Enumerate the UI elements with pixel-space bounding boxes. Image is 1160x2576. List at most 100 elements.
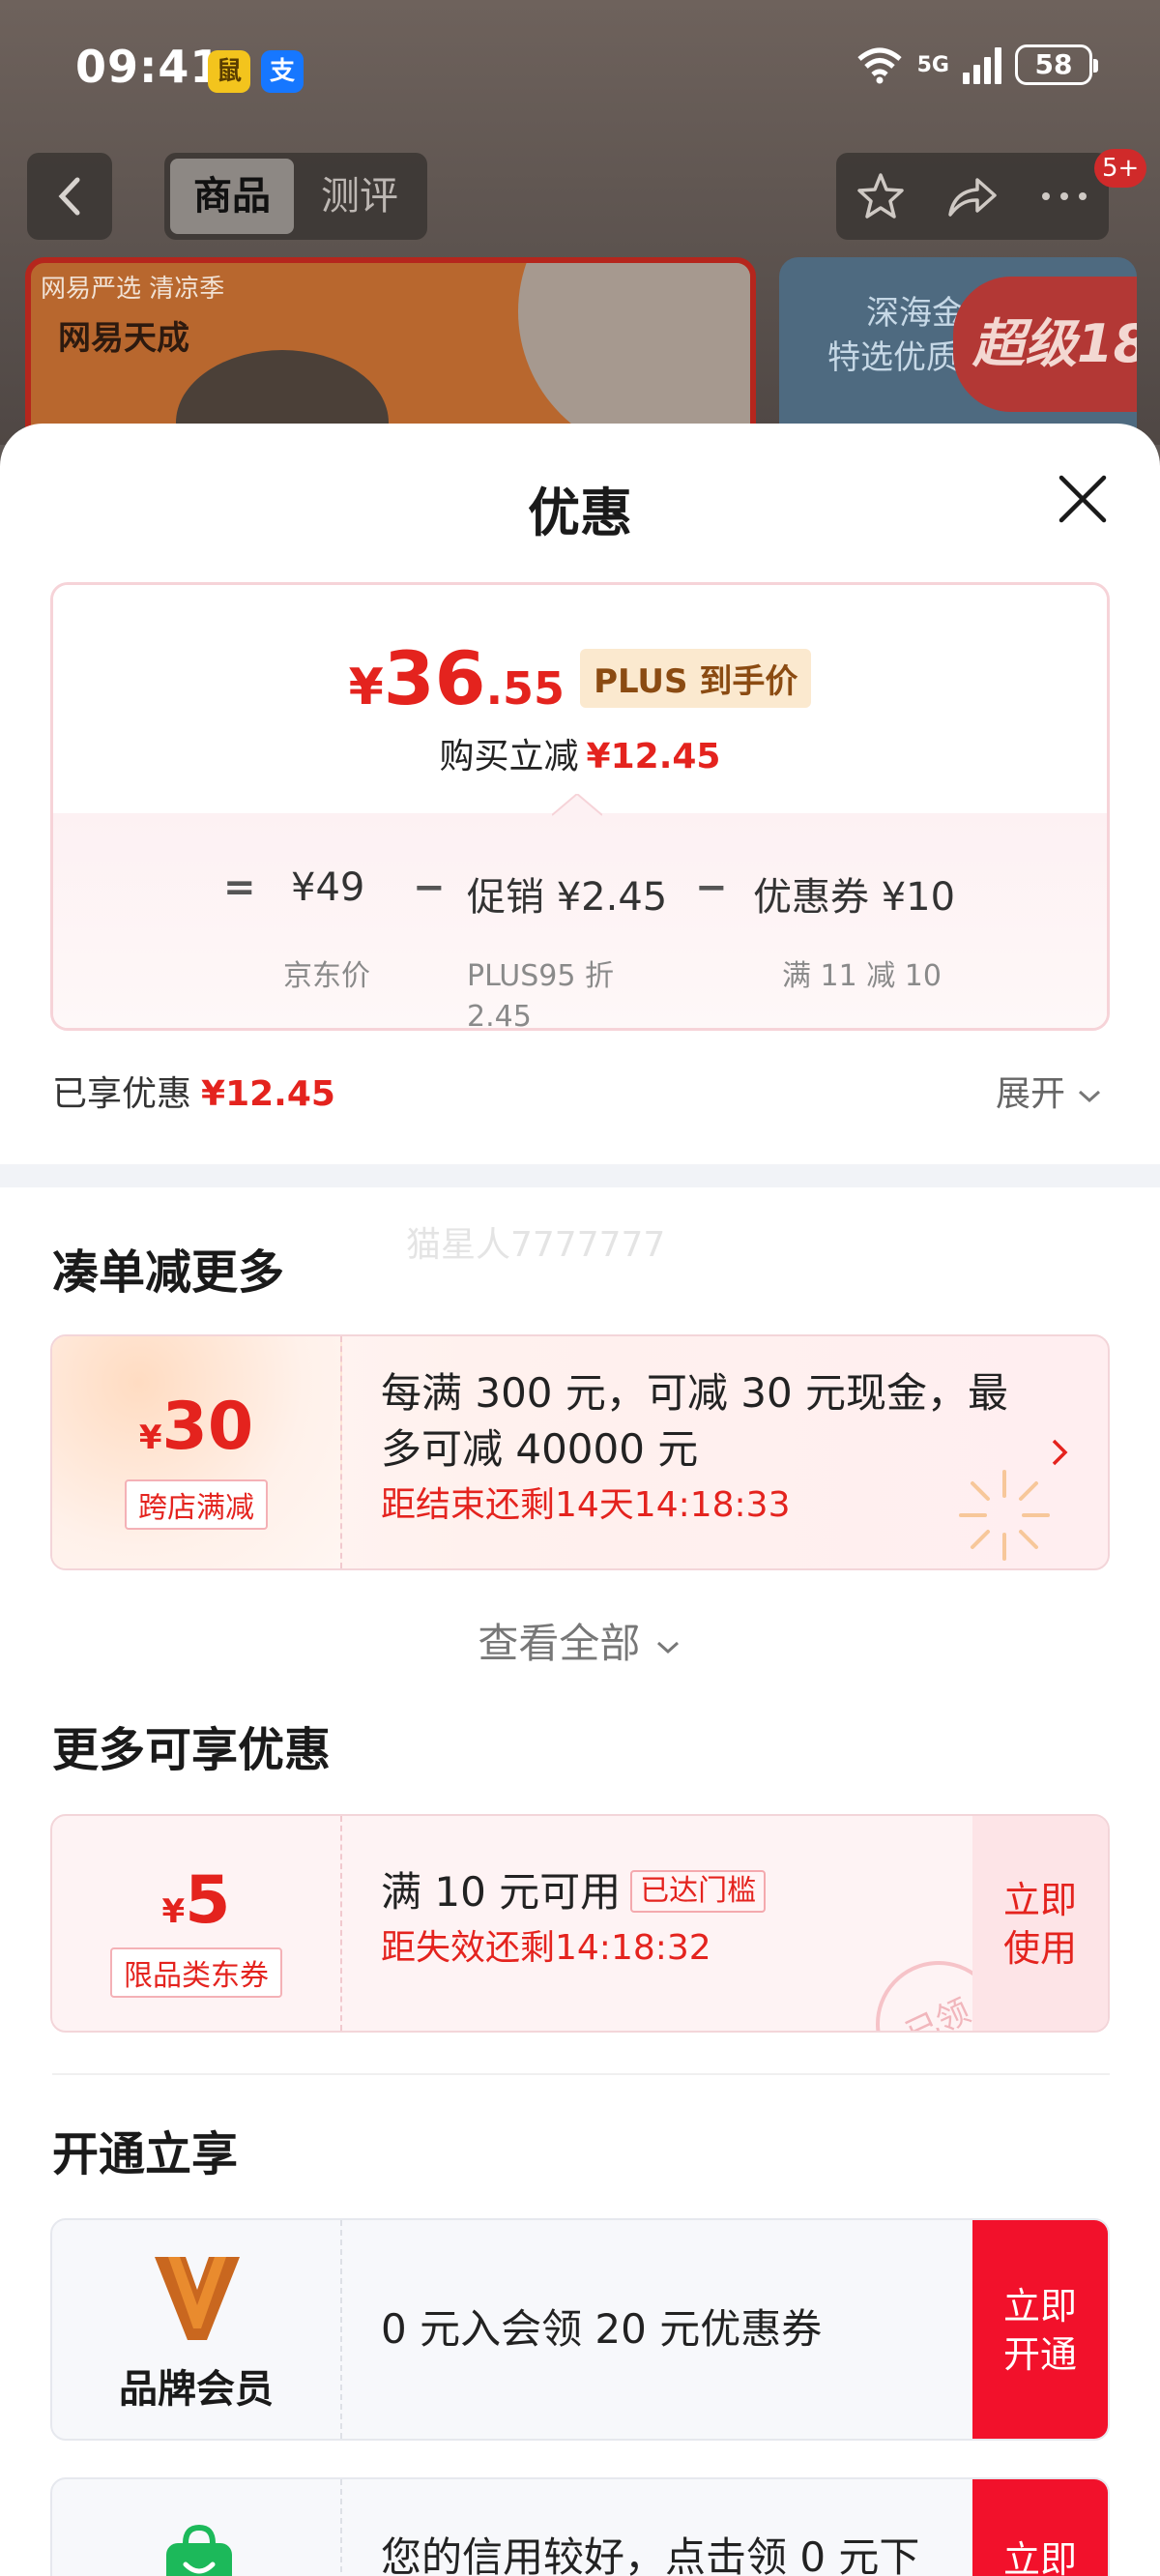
formula-minus: − <box>413 865 446 910</box>
banner2-line2: 特选优质 <box>827 338 959 377</box>
formula-equals: = <box>223 865 256 910</box>
expand-button[interactable]: 展开 <box>996 1066 1103 1116</box>
chevron-down-icon <box>656 1641 679 1654</box>
claim-now-line1: 立即 <box>1002 2538 1077 2576</box>
category-coupon-card: ¥5 限品类东券 满 10 元可用 已达门槛 距失效还剩14:18:32 已领 立… <box>50 1814 1110 2033</box>
use-now-button[interactable]: 立即 使用 <box>972 1816 1108 2031</box>
chevron-right-icon <box>1052 1439 1068 1466</box>
signal-bars-icon <box>963 45 1001 84</box>
action-buttons <box>836 153 1109 240</box>
chevron-left-icon <box>58 177 80 216</box>
coupon-type-tag: 跨店满减 <box>125 1479 268 1530</box>
price-currency: ¥ <box>348 659 384 717</box>
threshold-reached-badge: 已达门槛 <box>630 1870 767 1913</box>
coupon-type-tag: 限品类东券 <box>110 1947 282 1998</box>
discount-sheet: 优惠 ¥ 36 .55 PLUS 到手价 购买立减 ¥12.45 = ¥49 − … <box>0 424 1160 2576</box>
notification-app-icon: 鼠 <box>208 50 250 93</box>
credit-description: 您的信用较好，点击领 0 元下 <box>381 2533 920 2576</box>
star-icon[interactable] <box>855 170 907 222</box>
credit-offer-card: 您的信用较好，点击领 0 元下 立即 <box>50 2477 1110 2576</box>
wifi-icon <box>856 47 902 84</box>
system-indicators: 5G 58 <box>856 44 1098 85</box>
banner-tag: 网易严选 清凉季 <box>41 275 225 304</box>
alipay-app-icon: 支 <box>261 50 304 93</box>
section-divider <box>52 2073 1110 2075</box>
note-promo: PLUS95 折 2.45 <box>467 959 615 1031</box>
sheet-title: 优惠 <box>528 483 632 543</box>
open-now-button[interactable]: 立即 开通 <box>972 2220 1108 2439</box>
firework-decor-icon <box>959 1470 1050 1561</box>
tab-product[interactable]: 商品 <box>170 159 294 234</box>
purchase-discount-line: 购买立减 ¥12.45 <box>53 728 1107 778</box>
member-logo-panel: 品牌会员 <box>52 2220 342 2439</box>
banner2-badge: 超级18 <box>953 277 1137 412</box>
status-bar: 09:41 鼠 支 5G 58 <box>0 0 1160 135</box>
coupon-desc-line2: 多可减 40000 元 <box>381 1425 699 1473</box>
brand-member-label: 品牌会员 <box>119 2367 274 2412</box>
note-base-price: 京东价 <box>283 959 370 993</box>
coupon-expiry-countdown: 距失效还剩14:18:32 <box>381 1928 711 1968</box>
close-icon[interactable] <box>1054 470 1112 528</box>
price-breakdown-card: ¥ 36 .55 PLUS 到手价 购买立减 ¥12.45 = ¥49 − 促销 … <box>50 582 1110 1031</box>
coupon-description: 满 10 元可用 已达门槛 距失效还剩14:18:32 <box>381 1864 767 1976</box>
status-time: 09:41 <box>75 41 222 93</box>
coupon-currency: ¥ <box>161 1892 186 1931</box>
open-now-line1: 立即 <box>1002 2285 1077 2327</box>
coupon-amount: ¥5 <box>52 1862 340 1939</box>
pointer-arrow <box>552 794 602 816</box>
coupon-condition-line: 满 10 元可用 已达门槛 <box>381 1864 767 1920</box>
network-type: 5G <box>916 52 949 77</box>
coupon-amount-panel: ¥30 跨店满减 <box>52 1336 342 1568</box>
claim-now-button[interactable]: 立即 <box>972 2479 1108 2576</box>
section-title-join: 开通立享 <box>52 2127 239 2181</box>
purchase-discount-label: 购买立减 <box>439 737 579 776</box>
tab-review[interactable]: 测评 <box>298 159 421 234</box>
coupon-desc-line1: 每满 300 元，可减 30 元现金，最 <box>381 1369 1009 1417</box>
coupon-value: 30 <box>161 1389 254 1465</box>
coupon-currency: ¥ <box>138 1419 162 1457</box>
price-integer: 36 <box>383 635 486 721</box>
use-now-line1: 立即 <box>1002 1879 1077 1921</box>
banner2-line1: 深海金 <box>866 294 965 333</box>
note-coupon: 满 11 减 10 <box>782 959 942 993</box>
enjoyed-label: 已享优惠 <box>52 1074 192 1114</box>
final-price: ¥ 36 .55 PLUS 到手价 <box>53 635 1107 721</box>
product-nav-bar: 商品 测评 <box>0 153 1160 242</box>
share-icon[interactable] <box>944 170 1000 222</box>
user-watermark: 猫星人7777777 <box>406 1225 666 1265</box>
shopping-bag-icon <box>166 2524 232 2576</box>
coupon-value: 5 <box>185 1862 231 1939</box>
plus-price-tag: PLUS 到手价 <box>580 649 812 708</box>
view-all-button[interactable]: 查看全部 <box>0 1611 1160 1670</box>
enjoyed-amount: ¥12.45 <box>201 1074 335 1114</box>
coupon-condition: 满 10 元可用 <box>381 1868 622 1916</box>
enjoyed-discount: 已享优惠 ¥12.45 <box>52 1066 335 1116</box>
expand-label: 展开 <box>996 1074 1066 1114</box>
product-tabs: 商品 测评 <box>164 153 427 240</box>
coupon-amount-panel: ¥5 限品类东券 <box>52 1816 342 2031</box>
cross-store-discount-card[interactable]: ¥30 跨店满减 每满 300 元，可减 30 元现金，最 多可减 40000 … <box>50 1334 1110 1570</box>
formula-base-price: ¥49 <box>291 865 365 910</box>
coupon-description: 每满 300 元，可减 30 元现金，最 多可减 40000 元 距结束还剩14… <box>381 1365 1008 1534</box>
member-description: 0 元入会领 20 元优惠券 <box>381 2305 823 2353</box>
coupon-countdown: 距结束还剩14天14:18:33 <box>381 1485 791 1525</box>
battery-indicator: 58 <box>1015 44 1098 85</box>
section-divider <box>0 1164 1160 1187</box>
brand-v-logo-icon <box>155 2257 240 2340</box>
chevron-down-icon <box>1079 1090 1101 1103</box>
price-decimal: .55 <box>485 662 566 715</box>
open-now-line2: 开通 <box>1002 2333 1077 2376</box>
more-icon[interactable] <box>1038 187 1090 206</box>
back-button[interactable] <box>27 153 112 240</box>
brand-member-card: 品牌会员 0 元入会领 20 元优惠券 立即 开通 <box>50 2218 1110 2441</box>
credit-icon-panel <box>52 2479 342 2576</box>
formula-promo: 促销 ¥2.45 <box>467 875 668 920</box>
section-title-more-offers: 更多可享优惠 <box>52 1723 332 1777</box>
notification-badge: 5+ <box>1094 149 1147 188</box>
formula-coupon: 优惠券 ¥10 <box>753 875 956 920</box>
banner-brand: 网易天成 <box>58 319 189 358</box>
coupon-amount: ¥30 <box>52 1389 340 1465</box>
section-title-bundle: 凑单减更多 <box>52 1245 285 1300</box>
purchase-discount-amount: ¥12.45 <box>586 737 721 776</box>
formula-minus: − <box>695 865 728 910</box>
